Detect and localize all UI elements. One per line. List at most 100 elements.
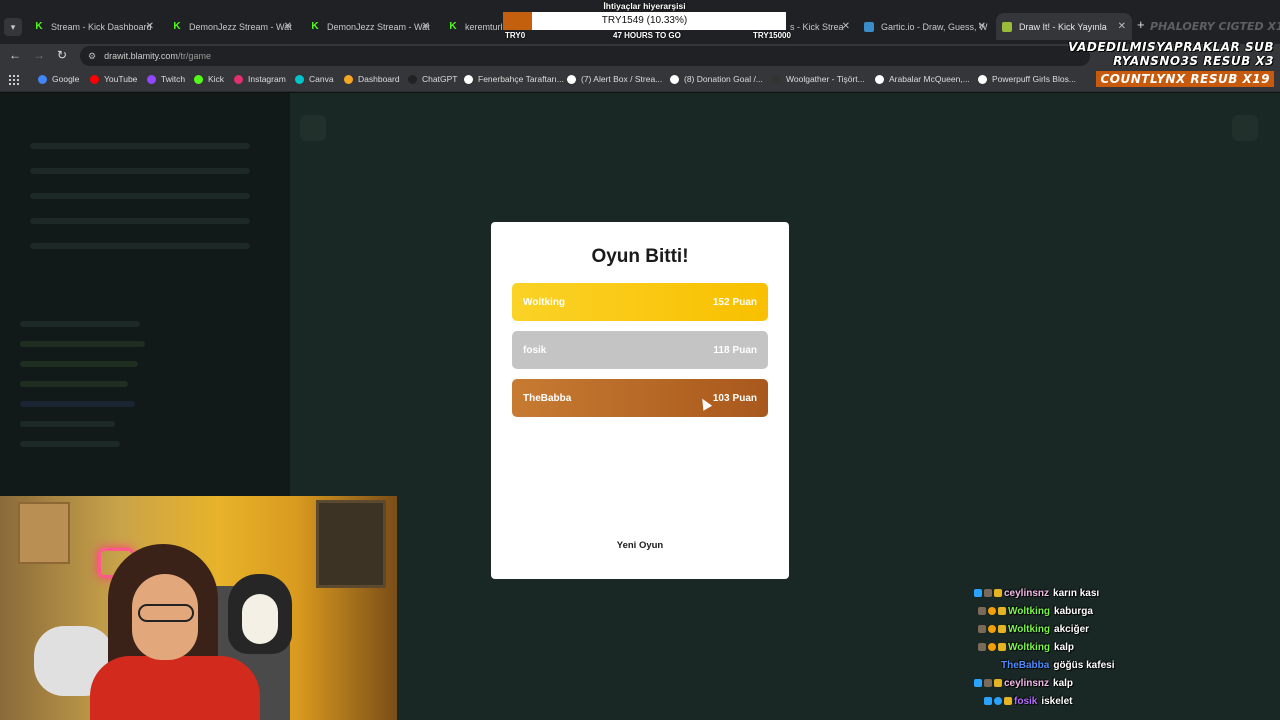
webcam-penguin-plush <box>228 574 292 654</box>
sub-alert-faded: PHALOERY CIGTED X1 <box>1150 20 1280 33</box>
settings-button[interactable] <box>1232 115 1258 141</box>
tab-gartic[interactable]: Gartic.io - Draw, Guess, W ✕ <box>858 13 992 40</box>
chatgpt-icon <box>408 74 417 84</box>
bookmark-chatgpt[interactable]: ChatGPT <box>408 74 457 84</box>
close-tab-icon[interactable]: ✕ <box>284 21 292 32</box>
tab-keremturke[interactable]: K keremturke <box>442 13 502 40</box>
new-tab-button[interactable]: + <box>1137 17 1145 32</box>
player-score: 118 Puan <box>713 345 757 356</box>
kick-icon: K <box>311 21 319 32</box>
score-unit: Puan <box>732 296 757 308</box>
close-tab-icon[interactable]: ✕ <box>842 21 850 32</box>
kick-icon <box>194 74 203 84</box>
woolgather-icon <box>772 74 781 84</box>
sidebar-placeholder-row <box>20 401 135 407</box>
bookmark-instagram[interactable]: Instagram <box>234 74 286 84</box>
sub-alert-line: RYANSNO3S RESUB X3 <box>1113 54 1274 68</box>
twitch-icon <box>147 74 156 84</box>
sidebar-placeholder-row <box>30 168 250 174</box>
badge-icon <box>998 607 1006 615</box>
sidebar-placeholder-row <box>30 193 250 199</box>
back-icon[interactable]: ← <box>9 48 21 62</box>
globe-icon <box>875 74 884 84</box>
score-value: 152 <box>712 296 730 308</box>
badge-icon <box>998 643 1006 651</box>
close-tab-icon[interactable]: ✕ <box>1118 21 1126 32</box>
tab-demonjezz-2[interactable]: K DemonJezz Stream - Wat ✕ <box>304 13 436 40</box>
sidebar-placeholder-row <box>30 218 250 224</box>
bookmark-donation-goal[interactable]: (8) Donation Goal /... <box>670 74 763 84</box>
chat-username[interactable]: ceylinsnz <box>1004 588 1049 599</box>
chat-username[interactable]: TheBabba <box>1001 660 1049 671</box>
score-unit: Puan <box>732 344 757 356</box>
chat-username[interactable]: Woltking <box>1008 606 1050 617</box>
tab-draw-it[interactable]: Draw It! - Kick Yayınla ✕ <box>996 13 1132 40</box>
kick-icon: K <box>173 21 181 32</box>
tab-search-button[interactable]: ▾ <box>4 18 22 36</box>
apps-grid-icon[interactable] <box>9 75 19 85</box>
badge-icon <box>1004 697 1012 705</box>
chat-username[interactable]: fosik <box>1014 696 1037 707</box>
bookmark-dashboard[interactable]: Dashboard <box>344 74 400 84</box>
site-info-icon[interactable]: ⚙ <box>88 51 96 62</box>
chat-text: göğüs kafesi <box>1053 659 1115 671</box>
sidebar-placeholder-row <box>20 341 145 347</box>
bookmark-google[interactable]: Google <box>38 74 79 84</box>
bookmark-label: Instagram <box>248 74 286 84</box>
bookmark-label: Kick <box>208 74 225 84</box>
badge-icon <box>994 697 1002 705</box>
badge-icon <box>998 625 1006 633</box>
address-bar[interactable]: ⚙ drawit.blamity.com/tr/game <box>80 46 1090 66</box>
new-game-button[interactable]: Yeni Oyun <box>610 540 670 551</box>
sidebar-placeholder-row <box>20 361 138 367</box>
streamlabs-icon <box>670 74 679 84</box>
close-tab-icon[interactable]: ✕ <box>422 21 430 32</box>
sub-alert-line: VADEDILMISYAPRAKLAR SUB <box>1068 40 1274 54</box>
reload-icon[interactable]: ↻ <box>57 48 67 62</box>
youtube-icon <box>90 74 99 84</box>
bookmark-powerpuff[interactable]: Powerpuff Girls Blos... <box>978 74 1076 84</box>
chat-message: Woltking kaburga <box>978 602 1093 620</box>
bookmark-twitch[interactable]: Twitch <box>147 74 185 84</box>
badge-icon <box>988 625 996 633</box>
chat-username[interactable]: Woltking <box>1008 624 1050 635</box>
menu-button[interactable] <box>300 115 326 141</box>
badge-icon <box>988 643 996 651</box>
tab-kick-stream[interactable]: s - Kick Strea ✕ <box>786 13 856 40</box>
close-tab-icon[interactable]: ✕ <box>978 21 986 32</box>
chat-username[interactable]: Woltking <box>1008 642 1050 653</box>
sidebar-placeholder-row <box>20 441 120 447</box>
tab-title: Draw It! - Kick Yayınla <box>1019 21 1107 32</box>
player-score: 152 Puan <box>713 297 757 308</box>
bookmark-label: Canva <box>309 74 334 84</box>
chat-text: kalp <box>1053 677 1074 689</box>
chat-message: fosik iskelet <box>984 692 1072 710</box>
draw-it-icon <box>1002 21 1012 32</box>
player-name: fosik <box>523 344 547 356</box>
badge-icon <box>994 589 1002 597</box>
modal-title: Oyun Bitti! <box>591 246 689 267</box>
sidebar-placeholder-row <box>20 381 128 387</box>
score-value: 118 <box>713 344 730 356</box>
bookmark-label: Arabalar McQueen,... <box>889 74 970 84</box>
bookmark-youtube[interactable]: YouTube <box>90 74 137 84</box>
bookmark-canva[interactable]: Canva <box>295 74 334 84</box>
close-tab-icon[interactable]: ✕ <box>146 21 154 32</box>
sub-alert-highlight: COUNTLYNX RESUB X19 <box>1096 71 1274 87</box>
score-unit: Puan <box>732 392 757 404</box>
url-path: /tr/game <box>177 51 211 61</box>
bookmark-kick[interactable]: Kick <box>194 74 224 84</box>
bookmark-alert-box[interactable]: (7) Alert Box / Strea... <box>567 74 662 84</box>
goal-target: TRY15000 <box>753 31 791 40</box>
chat-username[interactable]: ceylinsnz <box>1004 678 1049 689</box>
tab-demonjezz-1[interactable]: K DemonJezz Stream - Wat ✕ <box>166 13 298 40</box>
bookmark-label: Woolgather - Tişört... <box>786 74 865 84</box>
player-name: TheBabba <box>523 392 572 404</box>
bookmark-arabalar[interactable]: Arabalar McQueen,... <box>875 74 970 84</box>
badge-icon <box>984 697 992 705</box>
tab-kick-dashboard[interactable]: K Stream - Kick Dashboard ✕ <box>28 13 160 40</box>
game-over-modal: Oyun Bitti! Woltking 152 Puan fosik 118 Pu… <box>491 222 789 579</box>
bookmark-fenerbahce[interactable]: Fenerbahçe Taraftarı... <box>464 74 564 84</box>
forward-icon[interactable]: → <box>33 48 45 62</box>
bookmark-woolgather[interactable]: Woolgather - Tişört... <box>772 74 865 84</box>
